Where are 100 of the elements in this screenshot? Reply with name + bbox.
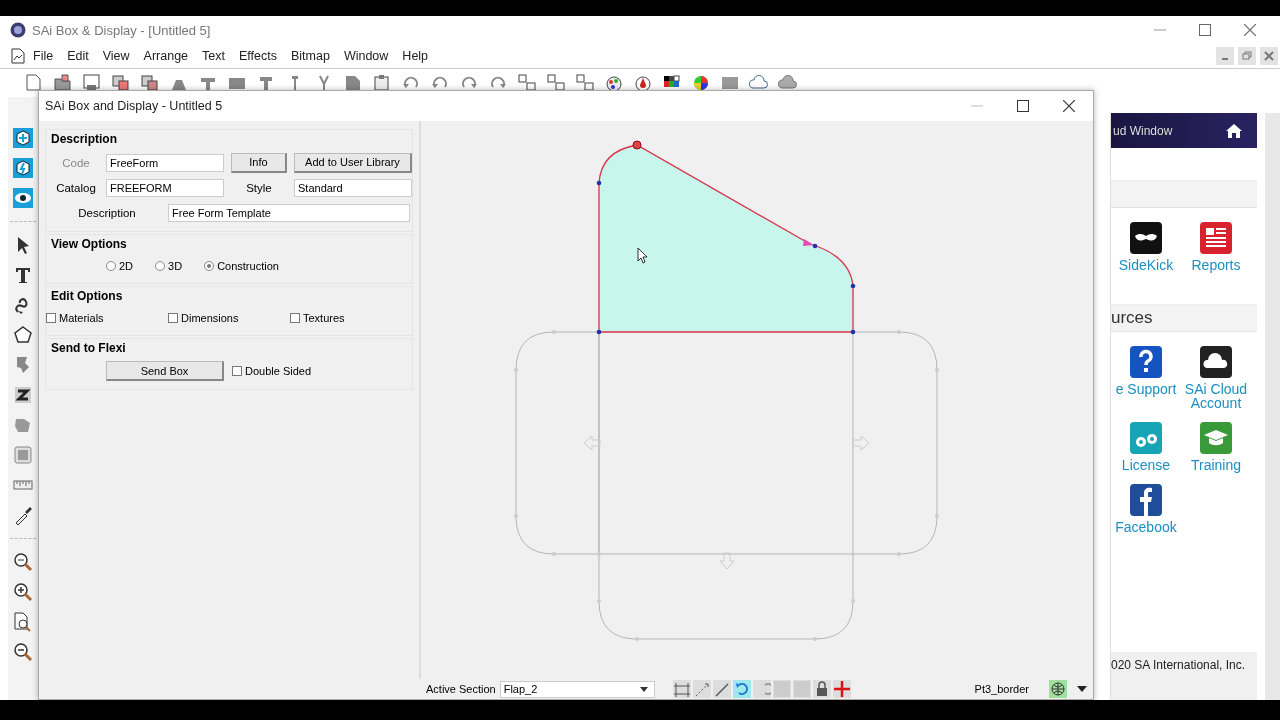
checkbox-label: Dimensions xyxy=(181,312,239,324)
copy-icon[interactable] xyxy=(140,73,160,93)
maximize-icon[interactable] xyxy=(1199,24,1211,36)
save-icon[interactable] xyxy=(82,73,102,93)
box-add-icon[interactable] xyxy=(12,127,34,149)
minimize-icon[interactable] xyxy=(1216,47,1234,65)
cloud-icon[interactable] xyxy=(1200,346,1232,378)
menu-item[interactable]: Window xyxy=(343,49,389,63)
grid-icon[interactable] xyxy=(672,680,691,698)
group-heading: Edit Options xyxy=(50,289,124,303)
menu-item[interactable]: Bitmap xyxy=(291,49,330,63)
group-heading: Description xyxy=(50,132,118,146)
box-lightning-icon[interactable] xyxy=(12,157,34,179)
group-heading: View Options xyxy=(50,237,128,251)
shortcut-link[interactable]: Training xyxy=(1181,458,1251,472)
direction-arrow-icon xyxy=(803,239,814,246)
radio-button[interactable] xyxy=(106,261,116,271)
dropdown-caret-icon[interactable] xyxy=(639,686,648,692)
selected-point-marker[interactable] xyxy=(632,140,642,150)
eye-icon[interactable] xyxy=(12,187,34,209)
line-icon[interactable] xyxy=(712,680,731,698)
app-logo-icon xyxy=(10,22,26,38)
info-button[interactable]: Info xyxy=(231,152,287,173)
document-icon[interactable] xyxy=(11,48,25,64)
checkbox[interactable] xyxy=(46,313,56,323)
report-icon[interactable] xyxy=(1200,222,1232,254)
checkbox[interactable] xyxy=(290,313,300,323)
open-folder-icon[interactable] xyxy=(53,73,73,93)
crosshair-icon[interactable] xyxy=(832,680,851,698)
group-heading: Send to Flexi xyxy=(50,341,127,355)
menu-item[interactable]: Effects xyxy=(239,49,277,63)
maximize-icon[interactable] xyxy=(1017,100,1029,112)
mask-icon[interactable] xyxy=(1130,222,1162,254)
menu-item[interactable]: Help xyxy=(402,49,429,63)
menu-item[interactable]: Arrange xyxy=(143,49,189,63)
color-wheel-icon[interactable] xyxy=(691,73,711,93)
text-field[interactable]: Free Form Template xyxy=(168,203,410,222)
shortcut-link[interactable]: Facebook xyxy=(1111,520,1181,534)
home-icon[interactable] xyxy=(1226,123,1242,138)
zoom-out-icon[interactable] xyxy=(12,641,34,663)
layout-icon[interactable] xyxy=(546,73,566,93)
text-field[interactable]: FREEFORM xyxy=(106,178,224,197)
field-label: Description xyxy=(77,206,137,219)
down-arrow-icon xyxy=(719,552,735,570)
section-dropdown[interactable]: Flap_2 xyxy=(499,680,655,698)
zoom-in-icon[interactable] xyxy=(12,581,34,603)
status-text: Pt3_border xyxy=(974,683,1029,695)
shortcut-link[interactable]: Reports xyxy=(1181,258,1251,272)
add-library-button[interactable]: Add to User Library xyxy=(294,152,412,173)
shortcut-link[interactable]: e Support xyxy=(1111,382,1181,396)
left-arrow-icon xyxy=(583,435,601,451)
field-label: Style xyxy=(245,181,273,194)
checkbox-label: Double Sided xyxy=(245,365,312,377)
field-label: Active Section xyxy=(426,683,496,695)
layout-icon[interactable] xyxy=(517,73,537,93)
menu-item[interactable]: File xyxy=(33,49,54,63)
send-box-button[interactable]: Send Box xyxy=(106,361,224,381)
close-icon[interactable] xyxy=(1244,24,1256,36)
radio-button[interactable] xyxy=(155,261,166,271)
restore-icon[interactable] xyxy=(1238,47,1256,65)
redo-icon[interactable] xyxy=(752,680,771,698)
field-label: Catalog xyxy=(55,181,97,194)
right-arrow-icon xyxy=(852,435,870,451)
radio-label: Construction xyxy=(217,260,279,272)
checkbox-label: Materials xyxy=(59,312,104,324)
checkbox[interactable] xyxy=(168,313,178,323)
new-document-icon[interactable] xyxy=(24,73,44,93)
checkbox[interactable] xyxy=(232,366,242,376)
menu-item[interactable]: Text xyxy=(202,49,225,63)
window-title: SAi Box and Display - Untitled 5 xyxy=(45,99,223,113)
letter-f-icon[interactable] xyxy=(1130,484,1162,516)
graduation-cap-icon[interactable] xyxy=(1200,422,1232,454)
lock-icon[interactable] xyxy=(812,680,831,698)
radio-button[interactable] xyxy=(204,261,215,271)
checkbox-label: Textures xyxy=(303,312,345,324)
clipboard-icon[interactable] xyxy=(372,73,392,93)
copy-icon[interactable] xyxy=(111,73,131,93)
dropdown-caret-icon[interactable] xyxy=(1077,686,1087,692)
copyright-text: 020 SA International, Inc. xyxy=(1111,652,1257,700)
shortcut-link[interactable]: SAi Cloud Account xyxy=(1181,382,1251,410)
text-field[interactable]: Standard xyxy=(294,178,412,197)
zoom-icon[interactable] xyxy=(12,551,34,573)
globe-icon[interactable] xyxy=(1049,680,1067,698)
pentagon-icon[interactable] xyxy=(12,324,34,346)
section-heading: urces xyxy=(1111,308,1153,328)
shortcut-link[interactable]: SideKick xyxy=(1111,258,1181,272)
layout-icon[interactable] xyxy=(575,73,595,93)
gears-icon[interactable] xyxy=(1130,422,1162,454)
zigzag-icon[interactable] xyxy=(12,384,34,406)
menu-item[interactable]: Edit xyxy=(67,49,89,63)
field-label: Code xyxy=(61,156,91,169)
frame-icon[interactable] xyxy=(12,444,34,466)
menu-item[interactable]: View xyxy=(102,49,130,63)
shortcut-link[interactable]: License xyxy=(1111,458,1181,472)
mouse-cursor-icon xyxy=(637,247,648,264)
radio-label: 2D xyxy=(119,260,134,272)
undo-icon[interactable] xyxy=(732,680,751,698)
question-mark-icon[interactable] xyxy=(1130,346,1162,378)
close-icon[interactable] xyxy=(1063,100,1075,112)
radio-label: 3D xyxy=(168,260,183,272)
